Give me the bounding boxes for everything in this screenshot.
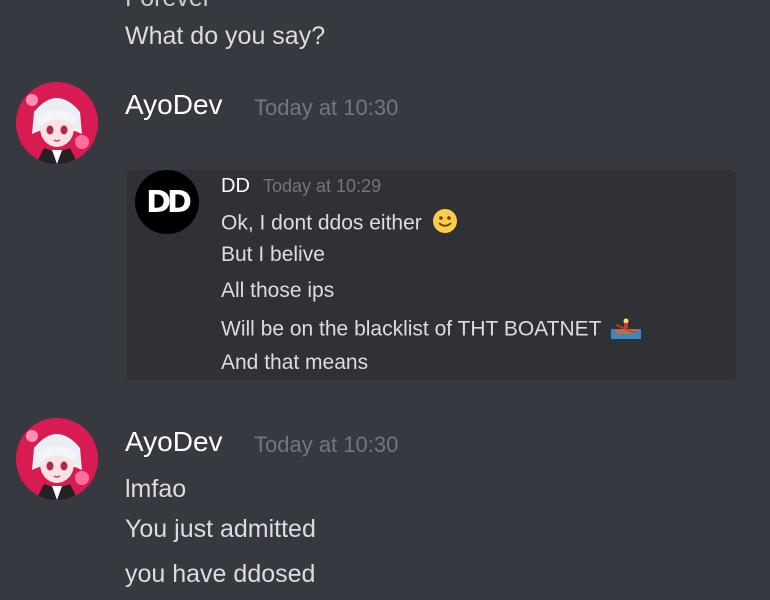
slight-smile-emoji-icon bbox=[432, 208, 458, 240]
message-timestamp: Today at 10:30 bbox=[254, 432, 399, 457]
quoted-line: And that means bbox=[221, 351, 369, 374]
message-text: you have ddosed bbox=[125, 560, 316, 588]
avatar[interactable] bbox=[16, 82, 98, 164]
anime-avatar-icon bbox=[16, 82, 98, 164]
quoted-line: All those ips bbox=[221, 279, 335, 302]
anime-avatar-icon bbox=[16, 418, 98, 500]
message-author[interactable]: AyoDev bbox=[125, 89, 223, 121]
avatar[interactable] bbox=[16, 418, 98, 500]
quoted-line: But I belive bbox=[221, 243, 325, 266]
dd-logo-icon: DD bbox=[146, 184, 192, 220]
message-text: You just admitted bbox=[125, 515, 316, 543]
rowboat-emoji-icon bbox=[610, 315, 641, 345]
quoted-line-text: Ok, I dont ddos either bbox=[221, 211, 422, 235]
message-author[interactable]: AyoDev bbox=[125, 426, 223, 458]
message-text: What do you say? bbox=[125, 22, 326, 50]
quoted-line: Will be on the blacklist of THT BOATNET bbox=[221, 315, 641, 345]
quoted-author[interactable]: DD bbox=[221, 175, 250, 198]
quoted-line: Ok, I dont ddos either bbox=[221, 208, 458, 240]
message-text: lmfao bbox=[125, 475, 187, 503]
quoted-avatar[interactable]: DD bbox=[135, 170, 199, 234]
quoted-timestamp: Today at 10:29 bbox=[263, 176, 382, 196]
message-timestamp: Today at 10:30 bbox=[254, 95, 399, 120]
quoted-message-embed[interactable] bbox=[126, 170, 736, 380]
partial-message-line: Forever bbox=[125, 0, 211, 13]
quoted-line-text: Will be on the blacklist of THT BOATNET bbox=[221, 317, 602, 341]
